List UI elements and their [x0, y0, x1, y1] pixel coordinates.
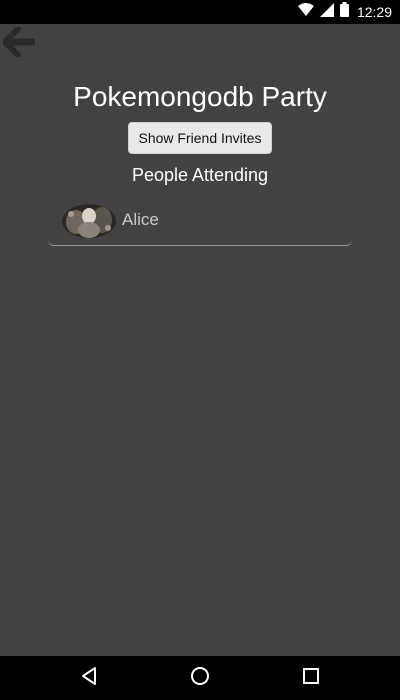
page-title: Pokemongodb Party — [73, 81, 327, 112]
attendee-list-item[interactable]: Alice — [48, 196, 352, 246]
nav-recents-button[interactable] — [298, 665, 324, 691]
status-time: 12:29 — [356, 4, 392, 20]
attendee-name: Alice — [122, 210, 159, 229]
back-triangle-icon — [80, 666, 98, 691]
status-icons: 12:29 — [297, 2, 392, 22]
app-screen: 12:29 Pokemongodb Party Show Friend Invi… — [0, 0, 400, 700]
back-arrow-icon — [2, 25, 37, 62]
status-bar: 12:29 — [0, 0, 400, 24]
battery-icon — [339, 2, 349, 22]
avatar — [62, 204, 116, 238]
nav-home-button[interactable] — [187, 665, 213, 691]
back-button[interactable] — [2, 25, 37, 62]
signal-icon — [319, 2, 334, 22]
nav-back-button[interactable] — [76, 665, 102, 691]
recents-square-icon — [302, 667, 320, 690]
people-attending-heading: People Attending — [131, 165, 269, 185]
home-circle-icon — [190, 666, 210, 691]
navigation-bar — [0, 656, 400, 700]
show-friend-invites-button[interactable]: Show Friend Invites — [128, 122, 272, 154]
wifi-icon — [297, 2, 314, 22]
